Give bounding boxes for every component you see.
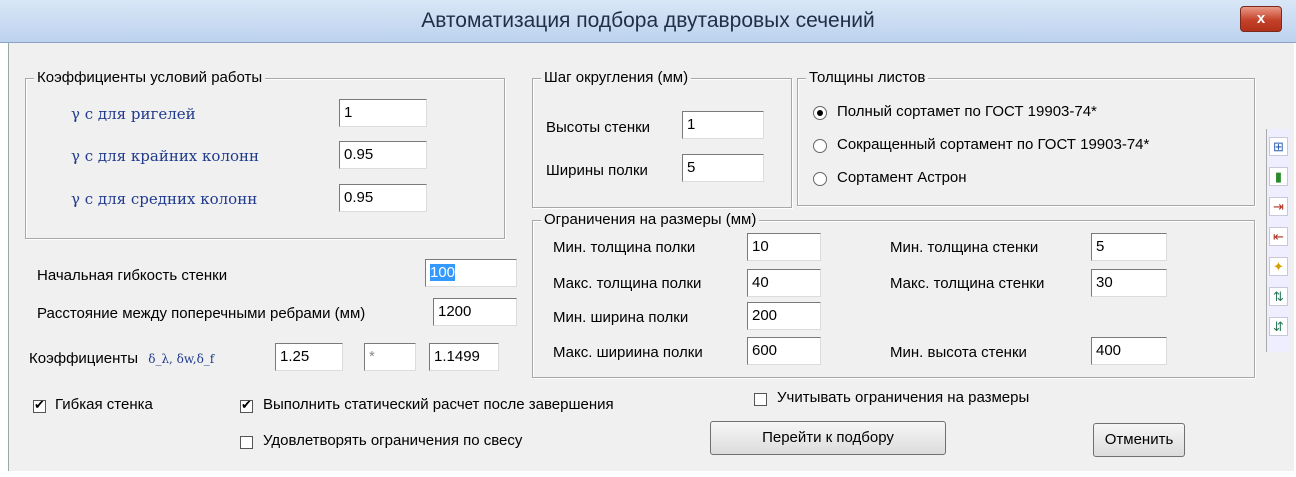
arrow-right-icon[interactable]: ⇥ <box>1269 197 1288 216</box>
static-calc-checkbox[interactable] <box>240 397 253 413</box>
max-wall-thickness-input[interactable]: 30 <box>1091 269 1167 297</box>
thickness-legend: Толщины листов <box>806 69 929 86</box>
min-wall-thickness-label: Мин. толщина стенки <box>890 239 1039 256</box>
gamma-girders-input[interactable]: 1 <box>339 99 427 127</box>
work-coeffs-legend: Коэффициенты условий работы <box>34 69 266 86</box>
rounding-wall-input[interactable]: 1 <box>682 111 764 139</box>
arrow-left-icon[interactable]: ⇤ <box>1269 227 1288 246</box>
initial-flex-input[interactable]: 100 <box>425 259 517 287</box>
import-icon[interactable]: ⇅ <box>1269 287 1288 306</box>
flexible-wall-checkbox[interactable] <box>33 397 46 413</box>
gamma-middle-columns-input[interactable]: 0.95 <box>339 184 427 212</box>
min-wall-height-label: Мин. высота стенки <box>890 344 1027 361</box>
coef-lambda-input[interactable]: 1.25 <box>275 343 343 371</box>
max-flange-thickness-label: Макс. толщина полки <box>553 275 702 292</box>
min-flange-width-label: Мин. ширина полки <box>553 309 689 326</box>
dialog-client: Коэффициенты условий работы γ с для риге… <box>8 43 1294 471</box>
grid-icon[interactable]: ⊞ <box>1269 137 1288 156</box>
rib-distance-label: Расстояние между поперечными ребрами (мм… <box>37 305 366 322</box>
weight-limit-label[interactable]: Удовлетворять ограничения по свесу <box>263 432 522 449</box>
flexible-wall-label[interactable]: Гибкая стенка <box>55 396 153 413</box>
coefficients-text: Коэффициенты <box>29 350 139 367</box>
thickness-short-radio[interactable] <box>813 139 827 153</box>
max-wall-thickness-label: Макс. толщина стенки <box>890 275 1045 292</box>
coefficients-symbols: δ_λ, δw,δ_f <box>148 352 215 366</box>
limits-legend: Ограничения на размеры (мм) <box>541 211 760 228</box>
min-flange-thickness-label: Мин. толщина полки <box>553 239 696 256</box>
max-flange-thickness-input[interactable]: 40 <box>747 269 821 297</box>
side-toolbar: ⊞ ▮ ⇥ ⇤ ✦ ⇅ ⇵ <box>1266 129 1289 352</box>
gamma-middle-columns-label: γ с для средних колонн <box>71 190 258 208</box>
max-flange-width-input[interactable]: 600 <box>747 337 821 365</box>
cancel-button[interactable]: Отменить <box>1093 423 1185 457</box>
gamma-edge-columns-input[interactable]: 0.95 <box>339 141 427 169</box>
size-limits-label[interactable]: Учитывать ограничения на размеры <box>777 389 1029 406</box>
export-icon[interactable]: ⇵ <box>1269 317 1288 336</box>
min-flange-thickness-input[interactable]: 10 <box>747 233 821 261</box>
rounding-wall-label: Высоты стенки <box>546 119 651 136</box>
min-flange-width-input[interactable]: 200 <box>747 302 821 330</box>
min-wall-height-input[interactable]: 400 <box>1091 337 1167 365</box>
window-title: Автоматизация подбора двутавровых сечени… <box>421 9 875 32</box>
gamma-girders-label: γ с для ригелей <box>71 105 196 123</box>
initial-flex-label: Начальная гибкость стенки <box>37 267 228 284</box>
rounding-flange-input[interactable]: 5 <box>682 154 764 182</box>
rounding-flange-label: Ширины полки <box>546 162 648 179</box>
rounding-legend: Шаг округления (мм) <box>541 69 692 86</box>
coef-w-input[interactable]: * <box>364 343 416 371</box>
coefficients-label: Коэффициенты δ_λ, δw,δ_f <box>29 350 214 367</box>
rib-distance-input[interactable]: 1200 <box>433 298 517 326</box>
close-button[interactable]: x <box>1240 6 1282 32</box>
title-bar: Автоматизация подбора двутавровых сечени… <box>0 0 1296 43</box>
max-flange-width-label: Макс. шириина полки <box>553 344 703 361</box>
min-wall-thickness-input[interactable]: 5 <box>1091 233 1167 261</box>
weight-limit-checkbox[interactable] <box>240 436 253 449</box>
go-to-selection-button[interactable]: Перейти к подбору <box>710 421 946 455</box>
thickness-short-label[interactable]: Сокращенный сортамент по ГОСТ 19903-74* <box>837 136 1149 153</box>
thickness-full-label[interactable]: Полный сортамет по ГОСТ 19903-74* <box>837 103 1097 120</box>
thickness-astron-label[interactable]: Сортамент Астрон <box>837 169 967 186</box>
gamma-edge-columns-label: γ с для крайних колонн <box>71 147 259 165</box>
thickness-astron-radio[interactable] <box>813 172 827 186</box>
rounding-group: Шаг округления (мм) <box>532 69 792 208</box>
size-limits-checkbox[interactable] <box>754 393 767 406</box>
coef-f-input[interactable]: 1.1499 <box>429 343 499 371</box>
star-icon[interactable]: ✦ <box>1269 257 1288 276</box>
thickness-full-radio[interactable] <box>813 106 827 120</box>
bar-chart-icon[interactable]: ▮ <box>1269 167 1288 186</box>
static-calc-label[interactable]: Выполнить статический расчет после завер… <box>263 396 614 413</box>
